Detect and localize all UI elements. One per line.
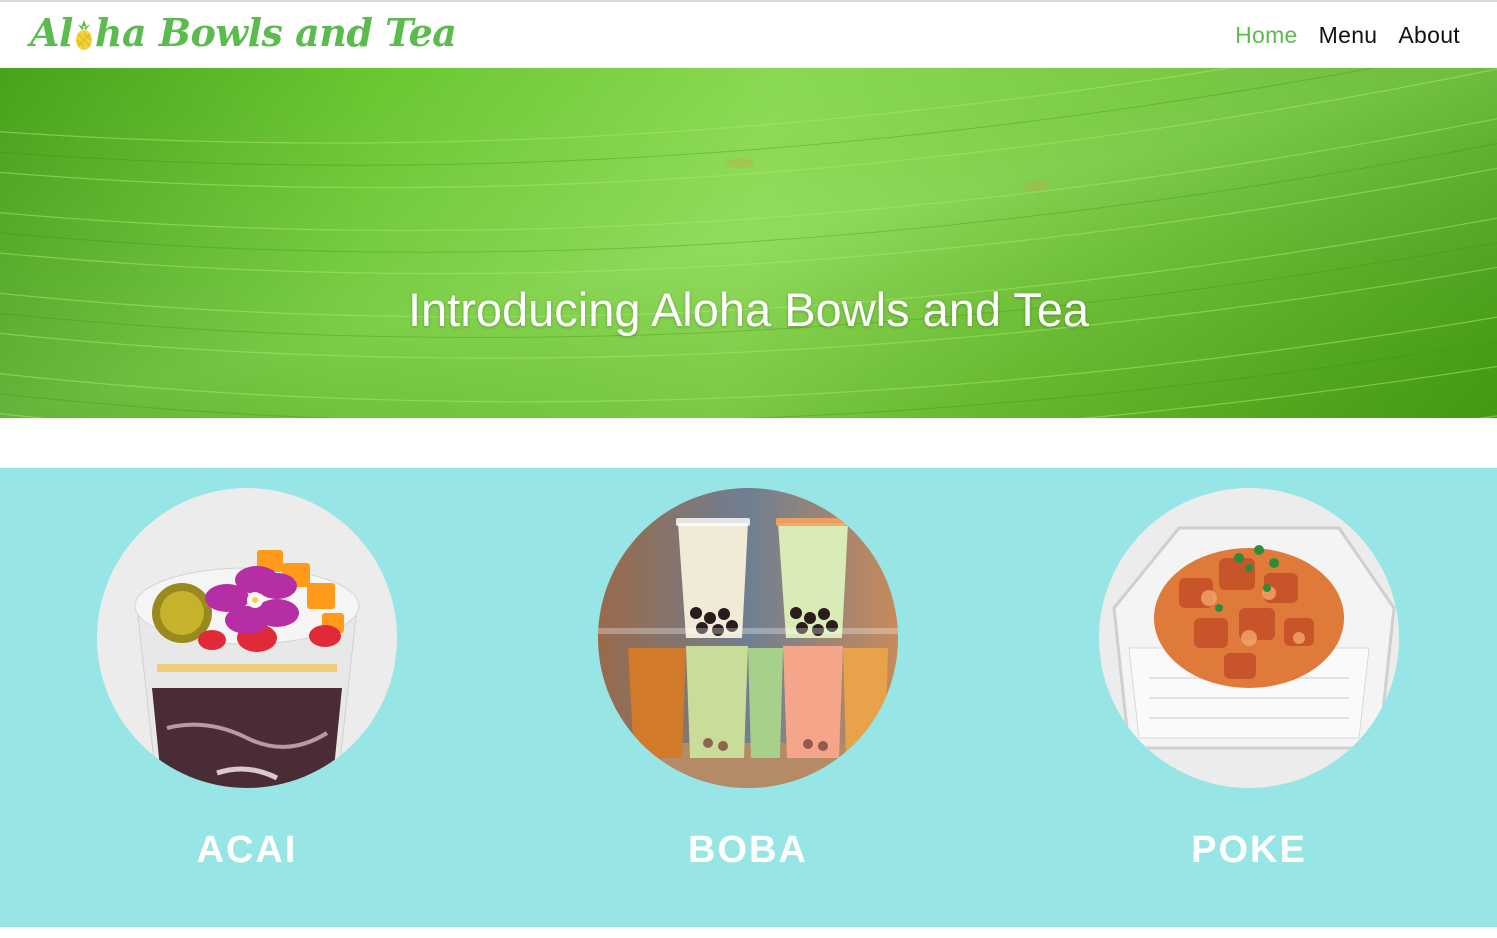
product-poke[interactable]: POKE bbox=[1099, 488, 1399, 872]
product-section: ACAI BOBA POKE bbox=[0, 468, 1497, 927]
site-header: Al ha Bowls and Tea Home Menu About bbox=[0, 2, 1497, 68]
hero-banner: Introducing Aloha Bowls and Tea bbox=[0, 68, 1497, 418]
poke-bowl-photo[interactable] bbox=[1099, 488, 1399, 788]
hero-title: Introducing Aloha Bowls and Tea bbox=[407, 283, 1090, 336]
nav-menu[interactable]: Menu bbox=[1319, 20, 1378, 50]
product-label-acai[interactable]: ACAI bbox=[197, 828, 298, 872]
product-label-poke[interactable]: POKE bbox=[1191, 828, 1307, 872]
product-label-boba[interactable]: BOBA bbox=[688, 828, 808, 872]
nav-home[interactable]: Home bbox=[1235, 20, 1298, 50]
nav-about[interactable]: About bbox=[1398, 20, 1460, 50]
logo-text-start: Al bbox=[30, 10, 73, 55]
boba-tea-photo[interactable] bbox=[598, 488, 898, 788]
product-boba[interactable]: BOBA bbox=[598, 488, 898, 872]
banana-leaf-background bbox=[0, 68, 1497, 418]
main-nav: Home Menu About bbox=[1235, 20, 1460, 50]
site-logo[interactable]: Al ha Bowls and Tea bbox=[30, 8, 457, 58]
logo-text-end: ha Bowls and Tea bbox=[94, 10, 457, 55]
product-acai[interactable]: ACAI bbox=[97, 488, 397, 872]
pineapple-icon bbox=[75, 20, 92, 50]
acai-bowl-photo[interactable] bbox=[97, 488, 397, 788]
